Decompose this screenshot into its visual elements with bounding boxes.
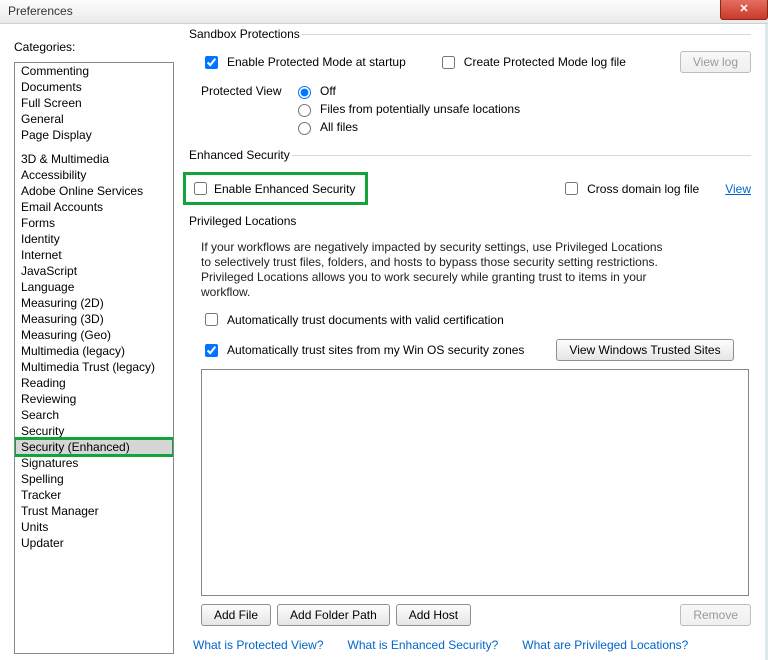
category-item[interactable]: Commenting [15, 63, 173, 79]
category-item[interactable]: Accessibility [15, 167, 173, 183]
category-separator [15, 143, 173, 151]
enable-protected-mode-label: Enable Protected Mode at startup [227, 55, 406, 69]
pv-unsafe-radio[interactable] [298, 104, 311, 117]
footer-links: What is Protected View? What is Enhanced… [187, 638, 751, 652]
pv-all-radio[interactable] [298, 122, 311, 135]
enhanced-group: Enhanced Security Enable Enhanced Securi… [187, 155, 751, 207]
pv-off-label: Off [320, 84, 336, 98]
trusted-list[interactable] [201, 369, 749, 596]
enable-protected-mode-checkbox[interactable] [205, 56, 218, 69]
enable-enhanced-highlight: Enable Enhanced Security [183, 172, 368, 205]
category-item[interactable]: Identity [15, 231, 173, 247]
pv-all-row: All files [201, 119, 751, 135]
cross-domain-checkbox[interactable] [565, 182, 578, 195]
categories-list[interactable]: CommentingDocumentsFull ScreenGeneralPag… [14, 62, 174, 654]
auto-os-label: Automatically trust sites from my Win OS… [227, 343, 524, 357]
view-trusted-button[interactable]: View Windows Trusted Sites [556, 339, 733, 361]
view-log-button[interactable]: View log [680, 51, 751, 73]
remove-button[interactable]: Remove [680, 604, 751, 626]
privileged-desc: If your workflows are negatively impacte… [201, 240, 671, 300]
privileged-title: Privileged Locations [187, 214, 751, 228]
settings-panel: Sandbox Protections Enable Protected Mod… [180, 24, 765, 660]
category-item[interactable]: Internet [15, 247, 173, 263]
footer-link-privileged[interactable]: What are Privileged Locations? [522, 638, 688, 652]
category-item[interactable]: Email Accounts [15, 199, 173, 215]
pv-unsafe-label: Files from potentially unsafe locations [320, 102, 520, 116]
window-title: Preferences [8, 4, 73, 18]
category-item[interactable]: Updater [15, 535, 173, 551]
category-item[interactable]: Page Display [15, 127, 173, 143]
sandbox-title: Sandbox Protections [187, 27, 302, 41]
category-item[interactable]: Tracker [15, 487, 173, 503]
category-item[interactable]: Adobe Online Services [15, 183, 173, 199]
category-item[interactable]: Documents [15, 79, 173, 95]
category-item[interactable]: Multimedia (legacy) [15, 343, 173, 359]
category-item[interactable]: Security [15, 423, 173, 439]
category-item[interactable]: Reading [15, 375, 173, 391]
create-log-checkbox[interactable] [442, 56, 455, 69]
auto-cert-row: Automatically trust documents with valid… [201, 310, 751, 329]
pv-unsafe-row: Files from potentially unsafe locations [201, 101, 751, 117]
category-item[interactable]: Units [15, 519, 173, 535]
category-item[interactable]: Measuring (Geo) [15, 327, 173, 343]
close-button[interactable]: ✕ [720, 0, 768, 20]
category-item[interactable]: JavaScript [15, 263, 173, 279]
view-link[interactable]: View [725, 182, 751, 196]
category-item[interactable]: Measuring (2D) [15, 295, 173, 311]
category-item[interactable]: Signatures [15, 455, 173, 471]
auto-cert-label: Automatically trust documents with valid… [227, 313, 504, 327]
category-item[interactable]: Security (Enhanced) [15, 439, 173, 455]
enhanced-row: Enable Enhanced Security Cross domain lo… [187, 172, 751, 205]
list-buttons-row: Add File Add Folder Path Add Host Remove [201, 604, 751, 626]
categories-label: Categories: [14, 40, 174, 54]
protected-view-label: Protected View [201, 84, 287, 98]
category-item[interactable]: Reviewing [15, 391, 173, 407]
category-item[interactable]: Multimedia Trust (legacy) [15, 359, 173, 375]
category-item[interactable]: Trust Manager [15, 503, 173, 519]
category-item[interactable]: General [15, 111, 173, 127]
footer-link-enhanced[interactable]: What is Enhanced Security? [348, 638, 499, 652]
category-item[interactable]: Search [15, 407, 173, 423]
close-icon: ✕ [739, 3, 748, 15]
category-item[interactable]: Measuring (3D) [15, 311, 173, 327]
enhanced-title: Enhanced Security [187, 148, 292, 162]
protected-view-row: Protected View Off [201, 83, 751, 99]
category-item[interactable]: Full Screen [15, 95, 173, 111]
auto-cert-checkbox[interactable] [205, 313, 218, 326]
auto-os-row: Automatically trust sites from my Win OS… [201, 339, 751, 361]
auto-os-checkbox[interactable] [205, 344, 218, 357]
add-host-button[interactable]: Add Host [396, 604, 471, 626]
add-folder-button[interactable]: Add Folder Path [277, 604, 390, 626]
footer-link-protected[interactable]: What is Protected View? [193, 638, 324, 652]
privileged-group: Privileged Locations If your workflows a… [187, 221, 751, 628]
cross-domain-label: Cross domain log file [587, 182, 699, 196]
sidebar: Categories: CommentingDocumentsFull Scre… [0, 24, 180, 660]
category-item[interactable]: 3D & Multimedia [15, 151, 173, 167]
category-item[interactable]: Spelling [15, 471, 173, 487]
sandbox-group: Sandbox Protections Enable Protected Mod… [187, 34, 751, 143]
category-item[interactable]: Forms [15, 215, 173, 231]
title-bar: Preferences ✕ [0, 0, 768, 24]
category-item[interactable]: Language [15, 279, 173, 295]
create-log-label: Create Protected Mode log file [464, 55, 626, 69]
add-file-button[interactable]: Add File [201, 604, 271, 626]
enable-enhanced-checkbox[interactable] [194, 182, 207, 195]
pv-all-label: All files [320, 120, 358, 134]
enable-enhanced-label: Enable Enhanced Security [214, 182, 355, 196]
pv-off-radio[interactable] [298, 86, 311, 99]
content-area: Categories: CommentingDocumentsFull Scre… [0, 24, 768, 660]
row-enable-protected: Enable Protected Mode at startup Create … [201, 51, 751, 73]
